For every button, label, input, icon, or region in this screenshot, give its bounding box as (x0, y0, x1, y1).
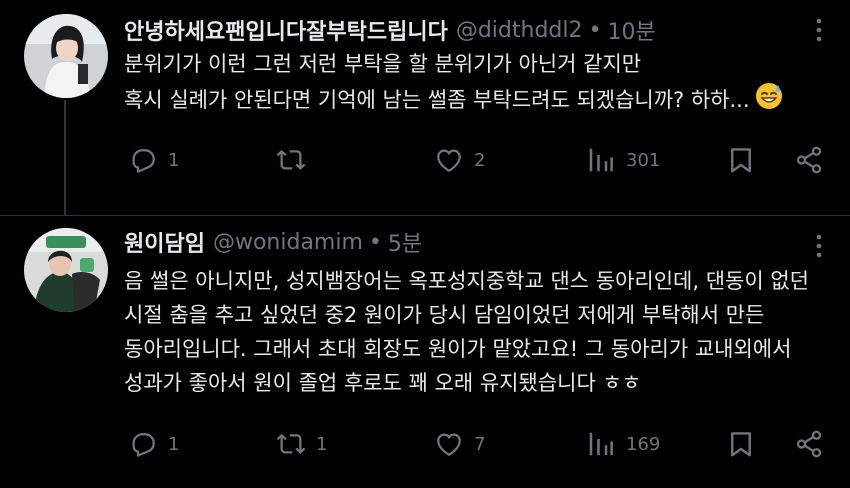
display-name[interactable]: 안녕하세요팬입니다잘부탁드립니다 (124, 14, 448, 46)
reply-icon (132, 433, 155, 457)
smiling-face-with-sweat-icon (754, 81, 784, 121)
bookmark-icon (731, 432, 751, 457)
more-options-icon[interactable] (814, 16, 824, 44)
analytics-icon (589, 432, 613, 456)
analytics-icon (589, 148, 613, 172)
share-button[interactable] (794, 424, 824, 464)
repost-icon (276, 433, 306, 454)
reply-post: 안녕하세요팬입니다잘부탁드립니다 @didthddl2 • 10분 분위기가 이… (0, 0, 850, 216)
post-line: 분위기가 이런 그런 저런 부탁을 할 분위기가 아닌거 같지만 (124, 52, 642, 76)
like-button[interactable]: 2 (434, 140, 485, 180)
views-button[interactable]: 169 (586, 424, 660, 464)
reply-post: 원이담임 @wonidamim • 5분 음 썰은 아니지만, 성지뱀장어는 옥… (0, 216, 850, 488)
more-options-icon[interactable] (814, 232, 824, 260)
reply-button[interactable]: 1 (128, 424, 179, 464)
avatar[interactable] (24, 228, 108, 312)
post-text: 분위기가 이런 그런 저런 부탁을 할 분위기가 아닌거 같지만 혹시 실례가 … (124, 47, 824, 121)
bookmark-icon (731, 148, 751, 173)
reply-count: 1 (168, 149, 180, 171)
post-line: 시절 춤을 추고 싶었던 중2 원이가 당시 담임이었던 저에게 부탁해서 만든 (124, 303, 765, 327)
bookmark-button[interactable] (726, 140, 756, 180)
view-count: 169 (626, 433, 661, 455)
post-line: 성과가 좋아서 원이 졸업 후로도 꽤 오래 유지됐습니다 ㅎㅎ (124, 371, 642, 395)
timestamp[interactable]: 10분 (607, 14, 655, 46)
post-header: 안녕하세요팬입니다잘부탁드립니다 @didthddl2 • 10분 (124, 14, 656, 46)
reply-count: 1 (168, 433, 180, 455)
separator: • (588, 17, 602, 43)
heart-icon (437, 149, 461, 172)
reply-button[interactable]: 1 (128, 140, 179, 180)
repost-icon (276, 149, 306, 170)
action-bar: 1 1 7 169 (0, 424, 850, 464)
handle[interactable]: @wonidamim (213, 230, 363, 255)
like-count: 7 (474, 433, 486, 455)
avatar[interactable] (24, 14, 108, 98)
repost-button[interactable]: 1 (276, 424, 327, 464)
share-icon (796, 146, 822, 174)
display-name[interactable]: 원이담임 (124, 226, 205, 258)
post-line: 동아리입니다. 그래서 초대 회장도 원이가 맡았고요! 그 동아리가 교내외에… (124, 337, 792, 361)
post-line: 음 썰은 아니지만, 성지뱀장어는 옥포성지중학교 댄스 동아리인데, 댄동이 … (124, 269, 809, 293)
post-line: 혹시 실례가 안된다면 기억에 남는 썰좀 부탁드려도 되겠습니까? 하하... (124, 88, 750, 112)
action-bar: 1 2 301 (0, 140, 850, 180)
repost-button[interactable] (276, 140, 316, 180)
share-icon (796, 430, 822, 458)
reply-icon (132, 149, 155, 173)
views-button[interactable]: 301 (586, 140, 660, 180)
timestamp[interactable]: 5분 (388, 226, 422, 258)
post-text: 음 썰은 아니지만, 성지뱀장어는 옥포성지중학교 댄스 동아리인데, 댄동이 … (124, 264, 824, 400)
separator: • (368, 229, 382, 255)
handle[interactable]: @didthddl2 (456, 18, 583, 43)
share-button[interactable] (794, 140, 824, 180)
heart-icon (437, 433, 461, 456)
view-count: 301 (626, 149, 661, 171)
bookmark-button[interactable] (726, 424, 756, 464)
post-header: 원이담임 @wonidamim • 5분 (124, 226, 422, 258)
like-button[interactable]: 7 (434, 424, 485, 464)
repost-count: 1 (316, 433, 328, 455)
like-count: 2 (474, 149, 486, 171)
